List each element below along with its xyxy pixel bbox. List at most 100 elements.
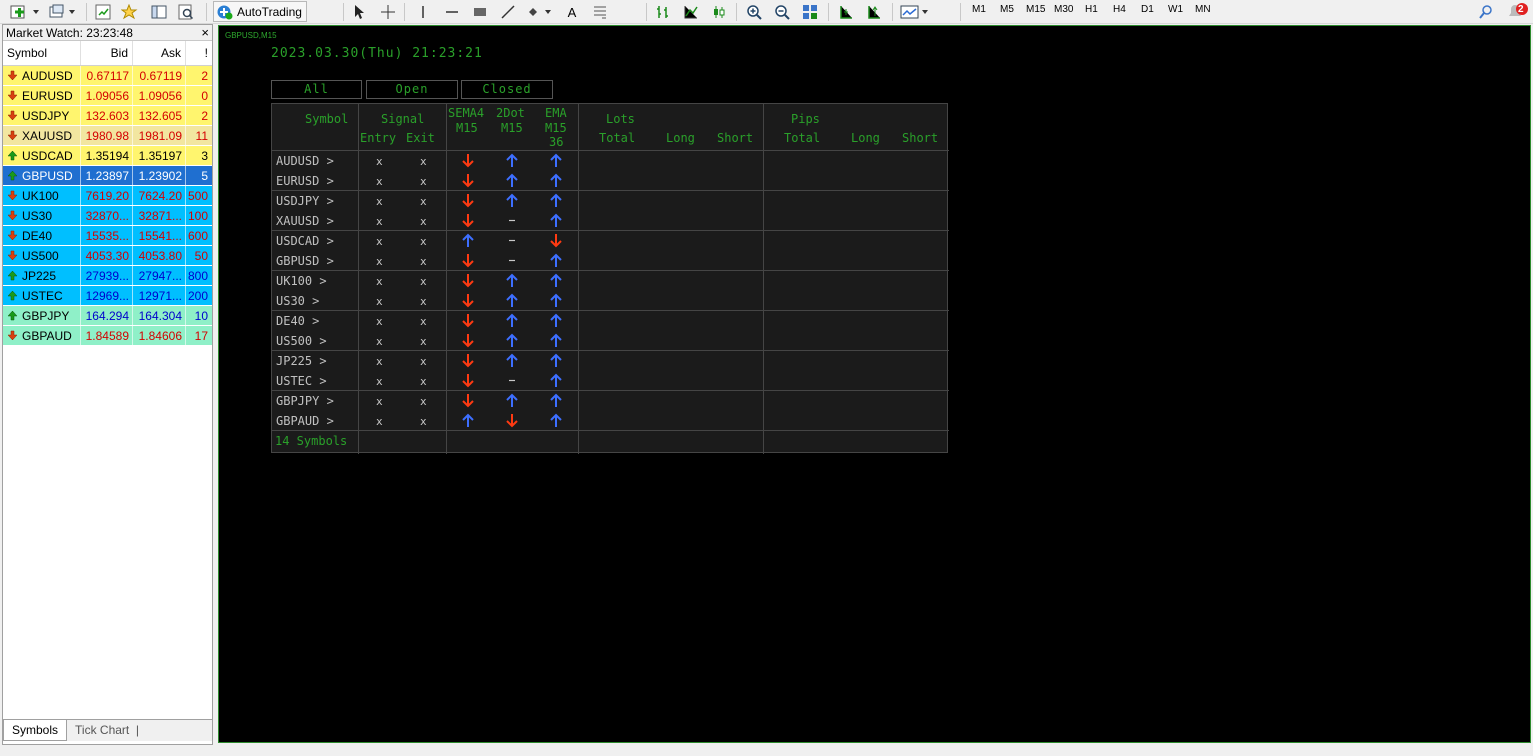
toolbar-separator <box>404 3 405 21</box>
tile-windows-button[interactable] <box>800 2 820 22</box>
symbol-cell: US500 <box>3 246 81 265</box>
spread-cell: 600 <box>187 229 208 243</box>
cursor-tool[interactable] <box>350 2 368 22</box>
trendline-tool[interactable] <box>498 2 518 22</box>
dashboard-symbol[interactable]: GBPAUD > <box>276 414 334 428</box>
text-tool[interactable]: A <box>562 2 582 22</box>
crosshair-tool[interactable] <box>378 2 398 22</box>
bar-chart-button[interactable] <box>653 2 673 22</box>
entry-signal: x <box>376 255 383 268</box>
dashboard-symbol[interactable]: USTEC > <box>276 374 327 388</box>
market-watch-row[interactable]: USDCAD 1.35194 1.35197 3 <box>3 146 212 166</box>
column-header-bid[interactable]: Bid <box>81 41 133 65</box>
timeframe-m15[interactable]: M15 <box>1026 4 1045 15</box>
new-order-button[interactable] <box>8 2 42 22</box>
market-watch-row[interactable]: EURUSD 1.09056 1.09056 0 <box>3 86 212 106</box>
arrow-up-icon <box>505 393 519 408</box>
rectangle-tool[interactable] <box>470 2 490 22</box>
indicators-icon <box>900 5 928 19</box>
dashboard-symbol-label: GBPAUD <box>276 414 320 428</box>
line-chart-button[interactable] <box>709 2 729 22</box>
tab-symbols[interactable]: Symbols <box>3 720 68 741</box>
spread-cell: 200 <box>187 289 208 303</box>
ask-cell: 12971... <box>133 286 186 305</box>
dashboard-symbol[interactable]: DE40 > <box>276 314 319 328</box>
search-button[interactable] <box>1476 2 1496 22</box>
market-watch-row[interactable]: GBPAUD 1.84589 1.84606 17 <box>3 326 212 346</box>
column-header-symbol[interactable]: Symbol <box>3 41 81 65</box>
entry-signal: x <box>376 375 383 388</box>
bid-cell: 1.35194 <box>81 146 133 165</box>
timeframe-m30[interactable]: M30 <box>1054 4 1073 15</box>
tab-tick-chart[interactable]: Tick Chart | <box>67 720 147 741</box>
dashboard-symbol-label: GBPUSD <box>276 254 320 268</box>
dashboard-symbol[interactable]: US30 > <box>276 294 319 308</box>
shapes-tool[interactable] <box>526 2 554 22</box>
market-watch-row[interactable]: UK100 7619.20 7624.20 500 <box>3 186 212 206</box>
exit-signal: x <box>420 255 427 268</box>
symbol-cell: AUDUSD <box>3 66 81 85</box>
market-watch-row[interactable]: AUDUSD 0.67117 0.67119 2 <box>3 66 212 86</box>
dashboard-symbol[interactable]: GBPUSD > <box>276 254 334 268</box>
timeframe-h4[interactable]: H4 <box>1113 4 1126 15</box>
notifications-button[interactable]: 2 <box>1504 2 1530 22</box>
market-watch-row[interactable]: US30 32870... 32871... 100 <box>3 206 212 226</box>
data-window-toggle[interactable] <box>118 2 142 22</box>
horizontal-line-tool[interactable] <box>442 2 462 22</box>
timeframe-m5[interactable]: M5 <box>1000 4 1014 15</box>
candlestick-button[interactable] <box>681 2 701 22</box>
arrow-up-icon <box>549 313 563 328</box>
column-header-ask[interactable]: Ask <box>133 41 186 65</box>
dashboard-symbol[interactable]: JP225 > <box>276 354 327 368</box>
divider <box>578 104 579 454</box>
autotrading-button[interactable]: AutoTrading <box>213 1 307 22</box>
arrow-down-icon <box>7 70 18 81</box>
filter-closed-button[interactable]: Closed <box>461 80 553 99</box>
market-watch-row[interactable]: GBPUSD 1.23897 1.23902 5 <box>3 166 212 186</box>
profiles-button[interactable] <box>46 2 80 22</box>
market-watch-row[interactable]: JP225 27939... 27947... 800 <box>3 266 212 286</box>
arrow-up-icon <box>549 353 563 368</box>
divider <box>272 150 949 151</box>
spread-cell: 100 <box>187 209 208 223</box>
vertical-line-tool[interactable] <box>414 2 432 22</box>
timeframe-w1[interactable]: W1 <box>1168 4 1183 15</box>
dashboard-symbol[interactable]: US500 > <box>276 334 327 348</box>
market-watch-row[interactable]: USDJPY 132.603 132.605 2 <box>3 106 212 126</box>
market-watch-row[interactable]: DE40 15535... 15541... 600 <box>3 226 212 246</box>
dashboard-symbol[interactable]: GBPJPY > <box>276 394 334 408</box>
close-icon[interactable]: × <box>201 25 209 40</box>
timeframe-h1[interactable]: H1 <box>1085 4 1098 15</box>
fibonacci-tool[interactable] <box>590 2 610 22</box>
toolbar-separator <box>343 3 344 21</box>
dashboard-symbol[interactable]: USDCAD > <box>276 234 334 248</box>
filter-all-button[interactable]: All <box>271 80 362 99</box>
indicators-button[interactable] <box>899 2 931 22</box>
zoom-in-button[interactable] <box>744 2 764 22</box>
auto-scroll-button[interactable] <box>864 2 884 22</box>
dashboard-symbol[interactable]: USDJPY > <box>276 194 334 208</box>
filter-open-button[interactable]: Open <box>366 80 458 99</box>
arrow-down-icon <box>7 210 18 221</box>
market-watch-row[interactable]: US500 4053.30 4053.80 50 <box>3 246 212 266</box>
zoom-out-button[interactable] <box>772 2 792 22</box>
timeframe-m1[interactable]: M1 <box>972 4 986 15</box>
dashboard-symbol[interactable]: AUDUSD > <box>276 154 334 168</box>
navigator-toggle[interactable] <box>148 2 170 22</box>
chart-shift-button[interactable] <box>836 2 856 22</box>
market-watch-row[interactable]: XAUUSD 1980.98 1981.09 11 <box>3 126 212 146</box>
arrow-down-icon <box>505 413 519 428</box>
market-watch-row[interactable]: GBPJPY 164.294 164.304 10 <box>3 306 212 326</box>
dashboard-symbol[interactable]: EURUSD > <box>276 174 334 188</box>
market-watch-toggle[interactable] <box>92 2 114 22</box>
chart-window[interactable]: GBPUSD,M15 2023.03.30(Thu) 21:23:21 All … <box>218 25 1531 743</box>
notification-count: 2 <box>1518 4 1524 15</box>
dashboard-symbol[interactable]: XAUUSD > <box>276 214 334 228</box>
market-watch-row[interactable]: USTEC 12969... 12971... 200 <box>3 286 212 306</box>
timeframe-d1[interactable]: D1 <box>1141 4 1154 15</box>
column-header-spread[interactable]: ! <box>186 41 212 65</box>
strategy-tester-toggle[interactable] <box>175 2 197 22</box>
timeframe-mn[interactable]: MN <box>1195 4 1211 15</box>
arrow-down-icon <box>461 333 475 348</box>
dashboard-symbol[interactable]: UK100 > <box>276 274 327 288</box>
